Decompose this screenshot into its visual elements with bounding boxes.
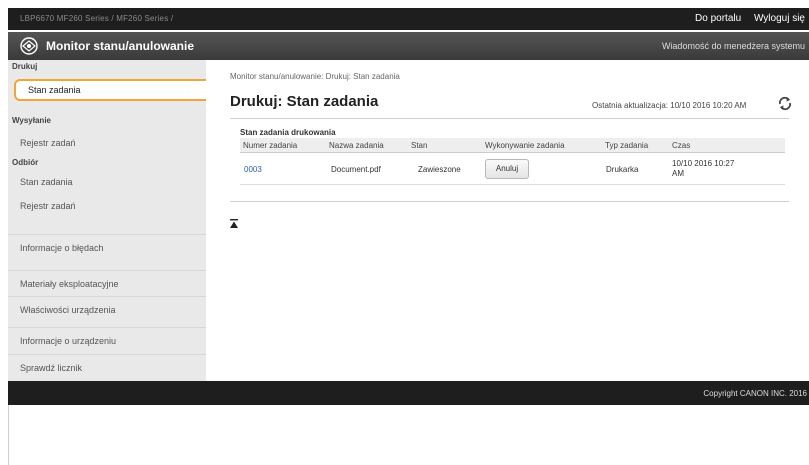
table-caption: Stan zadania drukowania <box>240 128 336 137</box>
top-links: Do portalu Wyloguj się <box>685 13 805 24</box>
portal-link[interactable]: Do portalu <box>695 13 741 24</box>
cancel-button[interactable]: Anuluj <box>485 159 529 179</box>
col-job-number: Numer zadania <box>243 141 298 150</box>
sidebar-item-error-info[interactable]: Informacje o błędach <box>8 234 206 260</box>
job-status: Zawieszone <box>418 165 461 174</box>
device-path: LBP6670 MF260 Series / MF260 Series / <box>20 14 174 23</box>
sidebar-item-print-job-status[interactable]: Stan zadania <box>14 79 214 101</box>
sidebar-item-device-features[interactable]: Właściwości urządzenia <box>8 296 206 322</box>
app-title: Monitor stanu/anulowanie <box>46 39 195 53</box>
page-title: Drukuj: Stan zadania <box>230 93 379 110</box>
divider <box>230 201 789 202</box>
table-row: 0003 Document.pdf Zawieszone Anuluj Druk… <box>240 154 785 185</box>
col-time: Czas <box>672 141 691 150</box>
sidebar-item-receive-job-log[interactable]: Rejestr zadań <box>8 195 206 217</box>
sidebar-item-check-counter[interactable]: Sprawdź licznik <box>8 354 206 380</box>
top-bar: LBP6670 MF260 Series / MF260 Series / Do… <box>8 8 809 30</box>
sidebar-item-device-info[interactable]: Informacje o urządzeniu <box>8 327 206 353</box>
sidebar-item-receive-job-status[interactable]: Stan zadania <box>8 171 206 193</box>
logout-link[interactable]: Wyloguj się <box>754 13 805 24</box>
last-update-text: Ostatnia aktualizacja: 10/10 2016 10:20 … <box>592 101 747 110</box>
message-to-admin-link[interactable]: Wiadomość do menedżera systemu <box>662 41 805 51</box>
col-job-type: Typ zadania <box>605 141 649 150</box>
table-header: Numer zadania Nazwa zadania Stan Wykonyw… <box>240 138 785 153</box>
title-bar: Monitor stanu/anulowanie Wiadomość do me… <box>8 32 809 60</box>
job-type: Drukarka <box>606 165 639 174</box>
sidebar-item-consumables[interactable]: Materiały eksploatacyjne <box>8 270 206 296</box>
refresh-icon[interactable] <box>777 95 793 111</box>
footer: Copyright CANON INC. 2016 <box>8 381 809 405</box>
divider <box>8 405 9 465</box>
job-name: Document.pdf <box>331 165 381 174</box>
breadcrumb: Monitor stanu/anulowanie: Drukuj: Stan z… <box>230 72 400 81</box>
sidebar-section-print: Drukuj <box>12 62 38 71</box>
sidebar-section-send: Wysyłanie <box>12 116 51 125</box>
col-job-name: Nazwa zadania <box>329 141 384 150</box>
copyright-text: Copyright CANON INC. 2016 <box>703 389 807 398</box>
monitor-status-icon <box>20 37 38 55</box>
col-job-action: Wykonywanie zadania <box>485 141 565 150</box>
divider <box>230 118 789 119</box>
sidebar-section-receive: Odbiór <box>12 158 39 167</box>
col-status: Stan <box>411 141 428 150</box>
sidebar: Drukuj Stan zadania Wysyłanie Rejestr za… <box>8 60 214 381</box>
scroll-to-top-icon[interactable] <box>230 219 238 229</box>
job-number-link[interactable]: 0003 <box>244 165 262 174</box>
main-content: Monitor stanu/anulowanie: Drukuj: Stan z… <box>206 60 809 381</box>
job-time: 10/10 2016 10:27 AM <box>672 159 735 178</box>
sidebar-item-send-job-log[interactable]: Rejestr zadań <box>8 132 206 154</box>
